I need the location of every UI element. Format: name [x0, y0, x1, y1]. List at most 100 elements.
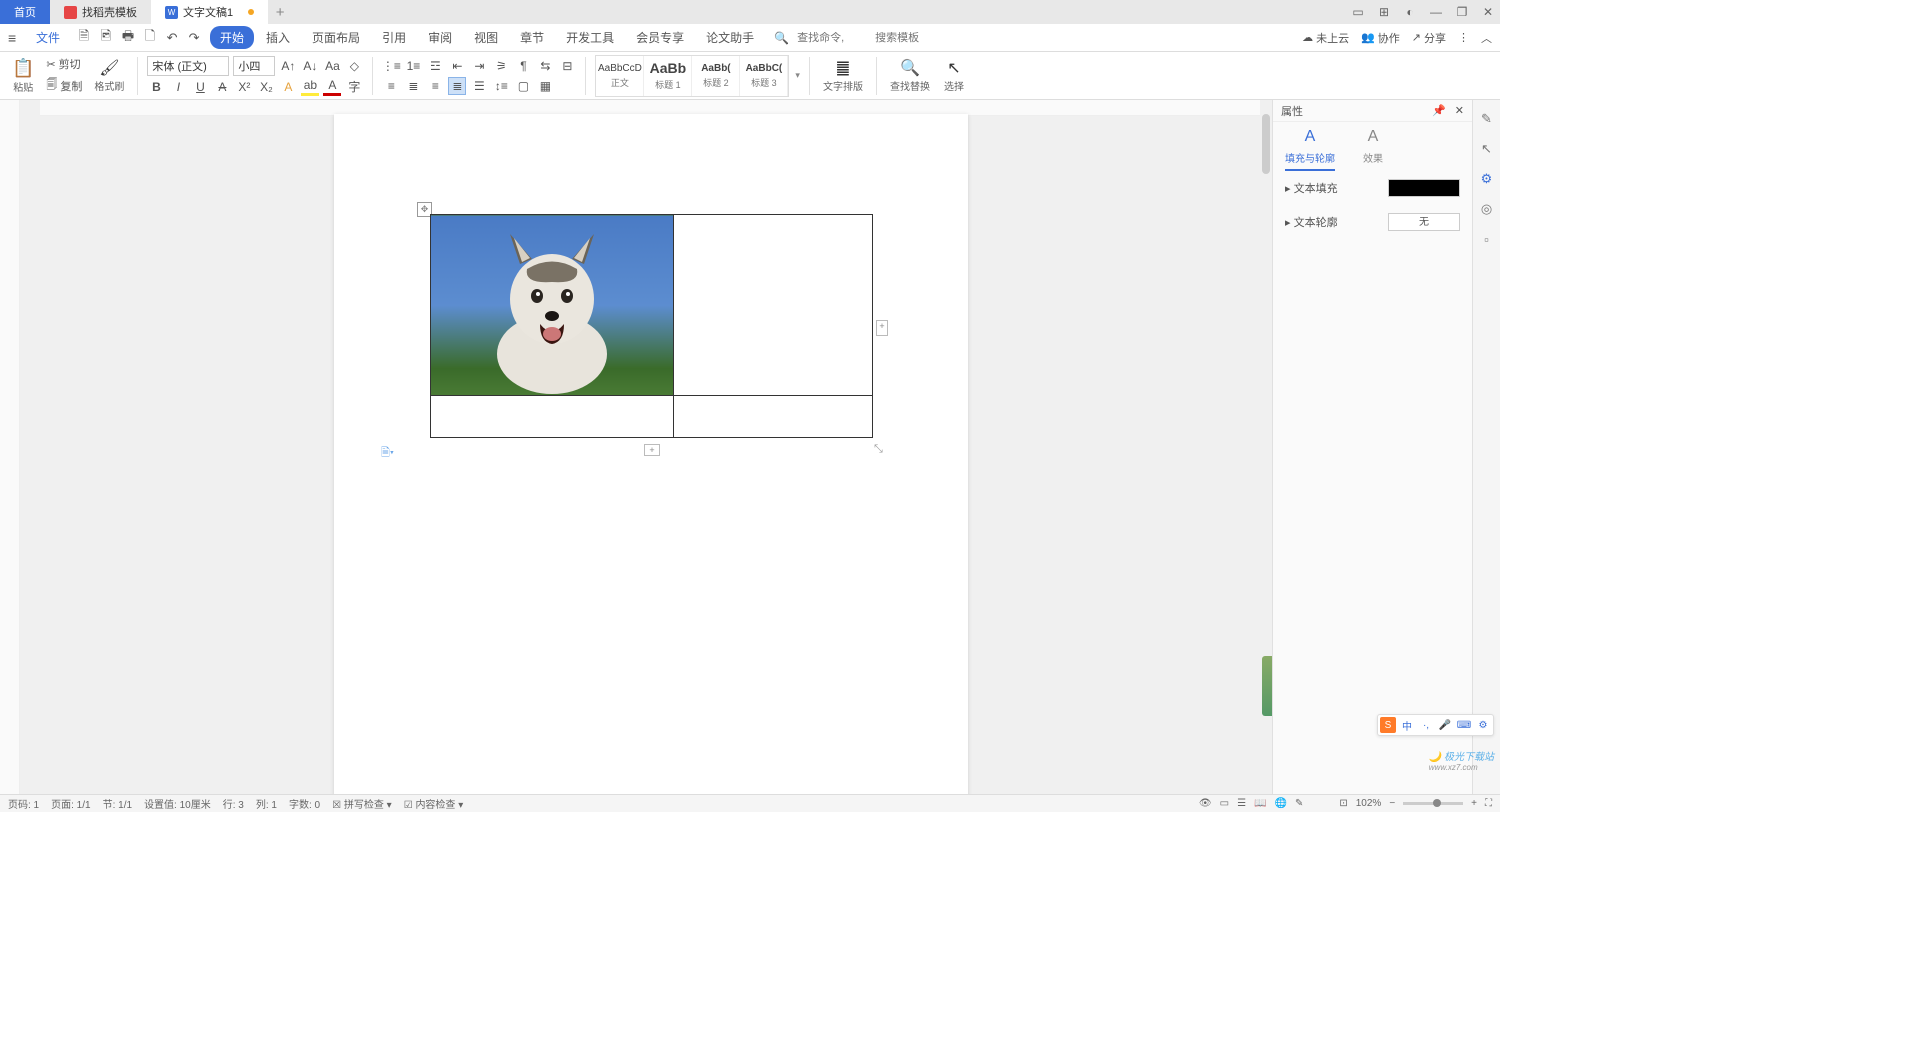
save-icon[interactable]: 🗎: [76, 30, 92, 46]
font-name-select[interactable]: 宋体 (正文): [147, 56, 229, 76]
search-template-input[interactable]: [875, 32, 945, 44]
view-focus-icon[interactable]: ✎: [1295, 798, 1303, 809]
layout-icon[interactable]: ▭: [1350, 5, 1366, 19]
maximize-button[interactable]: ❐: [1454, 5, 1470, 19]
collapse-ribbon-icon[interactable]: ︿: [1481, 30, 1492, 46]
increase-indent-icon[interactable]: ⇥: [470, 57, 488, 75]
status-row[interactable]: 行: 3: [223, 796, 244, 811]
status-page[interactable]: 页面: 1/1: [51, 796, 90, 811]
skin-icon[interactable]: ◐: [1402, 5, 1418, 19]
tab-fill-outline[interactable]: A 填充与轮廓: [1285, 128, 1335, 171]
add-tab-button[interactable]: +: [268, 4, 292, 21]
menu-view[interactable]: 视图: [464, 26, 508, 49]
book-tool-icon[interactable]: ▫: [1478, 230, 1496, 248]
ime-punct[interactable]: ·,: [1418, 717, 1434, 733]
paragraph-mark-icon[interactable]: ¶: [514, 57, 532, 75]
menu-start[interactable]: 开始: [210, 26, 254, 49]
menu-thesis[interactable]: 论文助手: [696, 26, 764, 49]
text-layout-group[interactable]: ䷀ 文字排版: [819, 52, 867, 99]
menu-review[interactable]: 审阅: [418, 26, 462, 49]
menu-section[interactable]: 章节: [510, 26, 554, 49]
export-icon[interactable]: 🗋: [142, 30, 158, 46]
add-row-button[interactable]: +: [644, 444, 660, 456]
shrink-font-icon[interactable]: A↓: [301, 57, 319, 75]
add-column-button[interactable]: +: [876, 320, 888, 336]
eye-icon[interactable]: 👁: [1199, 798, 1212, 809]
decrease-indent-icon[interactable]: ⇤: [448, 57, 466, 75]
table-cell[interactable]: [674, 396, 873, 438]
border-icon[interactable]: ▦: [536, 77, 554, 95]
ime-lang[interactable]: 中: [1399, 717, 1415, 733]
cut-button[interactable]: ✂ 剪切: [44, 55, 84, 73]
font-size-select[interactable]: 小四: [233, 56, 275, 76]
paragraph-options-icon[interactable]: 🗎▾: [381, 444, 395, 458]
subscript-button[interactable]: X₂: [257, 78, 275, 96]
settings-tool-icon[interactable]: ⚙: [1478, 170, 1496, 188]
hamburger-icon[interactable]: ≡: [8, 30, 26, 46]
multilevel-list-icon[interactable]: ☲: [426, 57, 444, 75]
menu-page-layout[interactable]: 页面布局: [302, 26, 370, 49]
table-resize-handle[interactable]: ⤡: [874, 443, 886, 455]
select-tool-icon[interactable]: ↖: [1478, 140, 1496, 158]
bullet-list-icon[interactable]: ⋮≡: [382, 57, 400, 75]
select-group[interactable]: ↖ 选择: [940, 52, 968, 99]
table-cell[interactable]: [674, 215, 873, 396]
text-outline-label[interactable]: ▸ 文本轮廓: [1285, 214, 1338, 230]
menu-member[interactable]: 会员专享: [626, 26, 694, 49]
view-web-icon[interactable]: 🌐: [1275, 798, 1287, 809]
view-read-icon[interactable]: 📖: [1254, 798, 1266, 809]
distribute-icon[interactable]: ☰: [470, 77, 488, 95]
side-drawer-tab[interactable]: [1262, 656, 1272, 716]
line-spacing-icon[interactable]: ↕≡: [492, 77, 510, 95]
undo-icon[interactable]: ↶: [164, 30, 180, 46]
change-case-icon[interactable]: Aa: [323, 57, 341, 75]
align-right-icon[interactable]: ≡: [426, 77, 444, 95]
ime-settings-icon[interactable]: ⚙: [1475, 717, 1491, 733]
bold-button[interactable]: B: [147, 78, 165, 96]
style-h3[interactable]: AaBbC(标题 3: [740, 56, 788, 96]
status-setval[interactable]: 设置值: 10厘米: [144, 796, 211, 811]
strike-button[interactable]: A: [213, 78, 231, 96]
number-list-icon[interactable]: 1≡: [404, 57, 422, 75]
zoom-out-button[interactable]: −: [1389, 798, 1395, 809]
align-left-icon[interactable]: ≡: [382, 77, 400, 95]
print-preview-icon[interactable]: 🖻: [98, 30, 114, 46]
scrollbar-thumb[interactable]: [1262, 114, 1270, 174]
status-content[interactable]: ☑ 内容检查 ▾: [404, 796, 464, 811]
coop-button[interactable]: 👥 协作: [1361, 30, 1400, 46]
paste-icon[interactable]: 📋: [12, 58, 34, 79]
tab-document[interactable]: W 文字文稿1: [151, 0, 268, 24]
phonetic-button[interactable]: 字: [345, 78, 363, 96]
zoom-slider[interactable]: [1403, 802, 1463, 805]
ime-voice-icon[interactable]: 🎤: [1437, 717, 1453, 733]
shading-icon[interactable]: ▢: [514, 77, 532, 95]
text-effect-button[interactable]: A: [279, 78, 297, 96]
paste-label[interactable]: 粘贴: [13, 79, 33, 94]
sort-icon[interactable]: ⚞: [492, 57, 510, 75]
style-normal[interactable]: AaBbCcD正文: [596, 56, 644, 96]
grow-font-icon[interactable]: A↑: [279, 57, 297, 75]
underline-button[interactable]: U: [191, 78, 209, 96]
highlight-button[interactable]: ab: [301, 78, 319, 96]
menu-reference[interactable]: 引用: [372, 26, 416, 49]
status-chars[interactable]: 字数: 0: [289, 796, 320, 811]
location-tool-icon[interactable]: ◎: [1478, 200, 1496, 218]
table-cell[interactable]: [431, 396, 674, 438]
tabstop-icon[interactable]: ⊟: [558, 57, 576, 75]
tab-home[interactable]: 首页: [0, 0, 50, 24]
clear-format-icon[interactable]: ◇: [345, 57, 363, 75]
status-section[interactable]: 节: 1/1: [103, 796, 132, 811]
grid-icon[interactable]: ⊞: [1376, 5, 1392, 19]
document-page[interactable]: ✥: [334, 114, 968, 794]
search-command-input[interactable]: [797, 32, 867, 44]
status-col[interactable]: 列: 1: [256, 796, 277, 811]
text-fill-color[interactable]: [1388, 179, 1460, 197]
copy-button[interactable]: 🗐 复制: [44, 75, 84, 96]
redo-icon[interactable]: ↷: [186, 30, 202, 46]
zoom-in-button[interactable]: +: [1471, 798, 1477, 809]
view-outline-icon[interactable]: ☰: [1237, 798, 1246, 809]
table-cell-image[interactable]: [431, 215, 674, 396]
style-h1[interactable]: AaBb标题 1: [644, 56, 692, 96]
status-spell[interactable]: ☒ 拼写检查 ▾: [332, 796, 392, 811]
find-replace-group[interactable]: 🔍 查找替换: [886, 52, 934, 99]
